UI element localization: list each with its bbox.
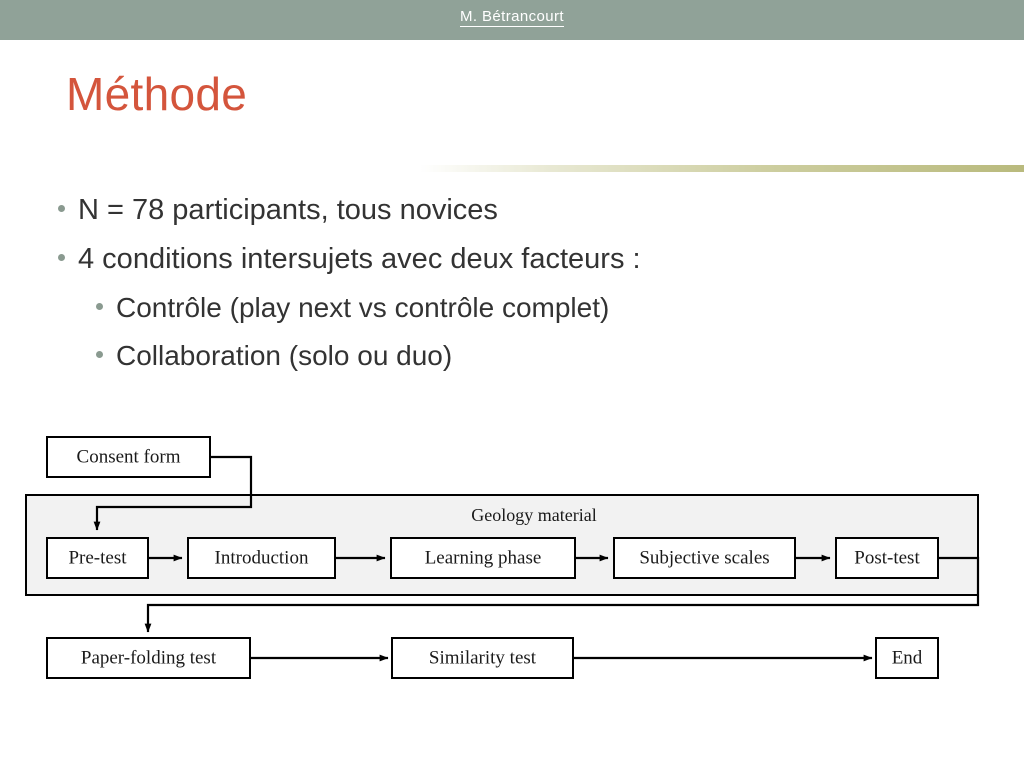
flow-node-label: Similarity test: [429, 647, 537, 668]
flow-diagram-canvas: Geology material Consent form Pre-test I…: [25, 436, 980, 679]
flow-node-label: Consent form: [77, 446, 181, 467]
bullet-dot-icon: [96, 303, 103, 310]
geology-material-label: Geology material: [471, 505, 596, 525]
flow-node-label: Learning phase: [425, 547, 542, 568]
experiment-flow-diagram: Geology material Consent form Pre-test I…: [0, 420, 1024, 710]
page-title: Méthode: [66, 68, 248, 120]
list-item: N = 78 participants, tous novices: [58, 186, 958, 235]
list-item: Collaboration (solo ou duo): [58, 332, 958, 380]
header-bar: M. Bétrancourt: [0, 0, 1024, 40]
list-item-label: N = 78 participants, tous novices: [78, 194, 498, 226]
flow-node-post-test: Post-test: [835, 537, 939, 579]
flow-node-label: Post-test: [854, 547, 920, 568]
flow-node-consent-form: Consent form: [46, 436, 211, 478]
flow-node-learning-phase: Learning phase: [390, 537, 576, 579]
flow-node-paper-folding-test: Paper-folding test: [46, 637, 251, 679]
list-item: Contrôle (play next vs contrôle complet): [58, 284, 958, 332]
flow-node-label: Subjective scales: [639, 547, 769, 568]
list-item-label: 4 conditions intersujets avec deux facte…: [78, 243, 641, 275]
bullet-dot-icon: [96, 351, 103, 358]
flow-node-label: Introduction: [215, 547, 309, 568]
header-author-label: M. Bétrancourt: [460, 8, 564, 27]
flow-node-subjective-scales: Subjective scales: [613, 537, 796, 579]
bullet-dot-icon: [58, 205, 65, 212]
flow-node-label: Paper-folding test: [81, 647, 217, 668]
header-author: M. Bétrancourt: [0, 8, 1024, 27]
flow-node-introduction: Introduction: [187, 537, 336, 579]
list-item-label: Contrôle (play next vs contrôle complet): [116, 292, 610, 323]
list-item: 4 conditions intersujets avec deux facte…: [58, 235, 958, 284]
title-divider: [420, 165, 1024, 172]
bullet-dot-icon: [58, 254, 65, 261]
bullet-list: N = 78 participants, tous novices 4 cond…: [58, 186, 958, 380]
flow-node-pre-test: Pre-test: [46, 537, 149, 579]
list-item-label: Collaboration (solo ou duo): [116, 340, 453, 371]
flow-node-label: End: [892, 647, 923, 668]
flow-node-similarity-test: Similarity test: [391, 637, 574, 679]
flow-node-label: Pre-test: [68, 547, 127, 568]
flow-node-end: End: [875, 637, 939, 679]
